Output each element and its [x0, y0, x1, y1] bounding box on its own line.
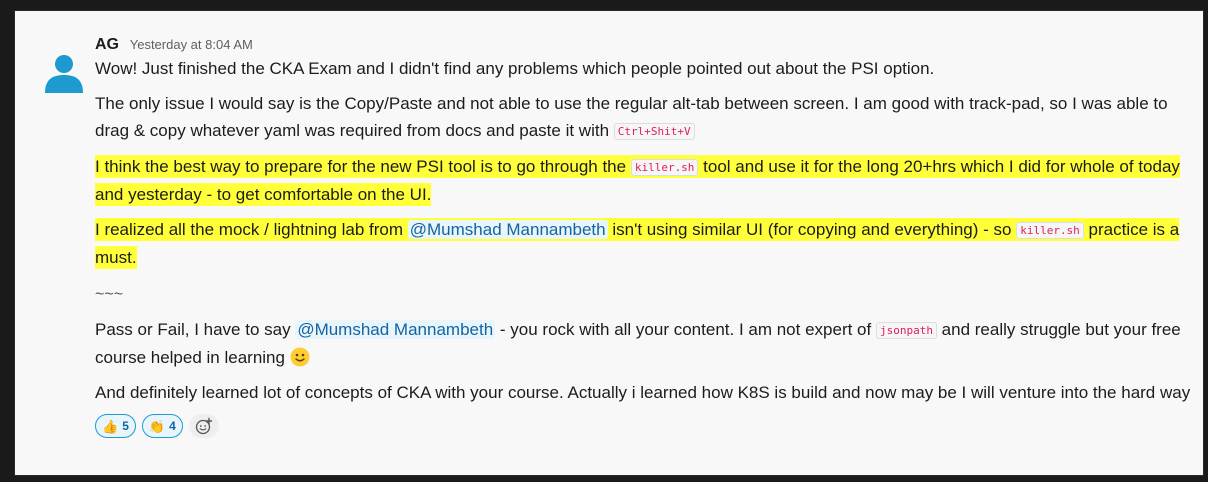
thumbs-up-icon: 👍 [102, 418, 119, 434]
highlighted-text: I think the best way to prepare for the … [95, 155, 1180, 206]
add-reaction-button[interactable] [188, 414, 219, 438]
inline-code: killer.sh [1016, 222, 1084, 239]
add-reaction-icon [195, 417, 212, 435]
message-header: AG Yesterday at 8:04 AM [95, 33, 1195, 55]
timestamp[interactable]: Yesterday at 8:04 AM [130, 37, 253, 52]
message-paragraph-6: And definitely learned lot of concepts o… [95, 383, 1191, 402]
paragraph-text: - you rock with all your content. I am n… [495, 320, 876, 339]
message-paragraph-4: I realized all the mock / lightning lab … [95, 216, 1195, 271]
reaction-clap[interactable]: 👏 4 [141, 414, 183, 438]
user-mention[interactable]: @Mumshad Mannambeth [407, 220, 608, 239]
paragraph-text: Pass or Fail, I have to say [95, 320, 296, 339]
reaction-count: 4 [169, 418, 176, 433]
inline-code: killer.sh [630, 159, 699, 176]
reaction-count: 5 [122, 418, 129, 433]
paragraph-text: I realized all the mock / lightning lab … [95, 220, 408, 239]
user-avatar-icon[interactable] [43, 51, 85, 93]
message-paragraph-5: Pass or Fail, I have to say @Mumshad Man… [95, 316, 1195, 371]
user-mention[interactable]: @Mumshad Mannambeth [295, 320, 496, 339]
separator-text: ~~~ [95, 286, 124, 303]
highlighted-text: I realized all the mock / lightning lab … [95, 218, 1180, 269]
reactions-bar: 👍 5 👏 4 [95, 414, 1195, 438]
message-body: AG Yesterday at 8:04 AM Wow! Just finish… [95, 33, 1195, 438]
message-paragraph-2: The only issue I would say is the Copy/P… [95, 90, 1195, 145]
message-container: AG Yesterday at 8:04 AM Wow! Just finish… [14, 10, 1204, 476]
inline-code: jsonpath [875, 322, 937, 339]
clap-icon: 👏 [148, 418, 166, 434]
message-paragraph-3: I think the best way to prepare for the … [95, 153, 1195, 208]
message-paragraph-1: Wow! Just finished the CKA Exam and I di… [95, 59, 935, 78]
author-name[interactable]: AG [95, 36, 119, 53]
inline-code: Ctrl+Shit+V [613, 123, 695, 140]
slightly-smiling-face-icon [290, 347, 310, 367]
paragraph-text: I think the best way to prepare for the … [95, 157, 631, 176]
reaction-thumbs-up[interactable]: 👍 5 [95, 414, 136, 438]
paragraph-text: isn't using similar UI (for copying and … [607, 220, 1017, 239]
